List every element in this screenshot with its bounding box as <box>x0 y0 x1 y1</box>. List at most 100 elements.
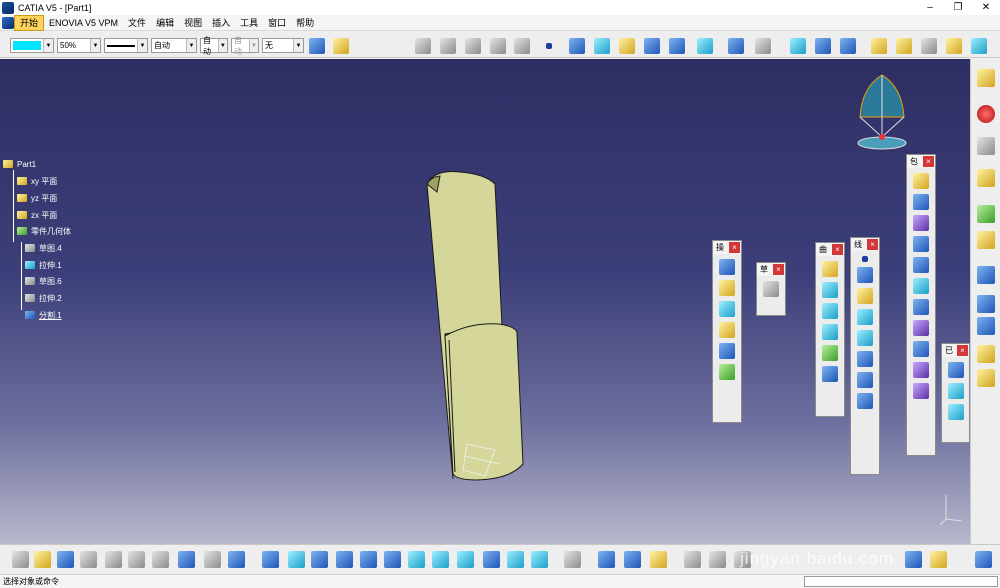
plane-icon[interactable] <box>790 38 806 54</box>
join-icon[interactable] <box>719 259 735 275</box>
intersection-icon[interactable] <box>857 330 873 346</box>
connect-checker-icon[interactable] <box>947 404 964 420</box>
macro-icon[interactable] <box>650 551 667 568</box>
undo-icon[interactable] <box>178 551 195 568</box>
extrude-surface-icon[interactable] <box>619 38 635 54</box>
sketcher-icon[interactable] <box>763 281 779 297</box>
tree-item-zx-plane[interactable]: zx 平面 <box>17 209 57 221</box>
analysis-icon[interactable] <box>728 38 744 54</box>
line-icon[interactable] <box>857 267 873 283</box>
graph-icon[interactable] <box>977 137 995 155</box>
properties-icon[interactable] <box>977 369 995 387</box>
law-icon[interactable] <box>514 38 530 54</box>
new-file-icon[interactable] <box>12 551 29 568</box>
tree-root[interactable]: Part1 <box>3 158 36 170</box>
reorder-icon[interactable] <box>440 38 456 54</box>
point-icon[interactable] <box>862 256 868 262</box>
hide-icon[interactable] <box>507 551 524 568</box>
offset-icon[interactable] <box>822 282 838 298</box>
close-icon[interactable]: × <box>957 345 968 356</box>
spline-icon[interactable] <box>569 38 585 54</box>
remove-icon[interactable] <box>913 362 929 378</box>
surface-icon[interactable] <box>594 38 610 54</box>
menu-tools[interactable]: 工具 <box>235 16 263 30</box>
lock-icon[interactable] <box>905 551 922 568</box>
tree-item-sketch-6[interactable]: 草图.6 <box>25 275 62 287</box>
print-icon[interactable] <box>80 551 97 568</box>
intersect-icon[interactable] <box>913 383 929 399</box>
curvature-icon[interactable] <box>947 383 964 399</box>
point-icon[interactable] <box>546 43 552 49</box>
snap-icon[interactable] <box>930 551 947 568</box>
update-icon[interactable] <box>977 231 995 249</box>
close-icon[interactable]: × <box>867 239 878 250</box>
instantiate-icon[interactable] <box>946 38 962 54</box>
render-icon[interactable] <box>971 38 987 54</box>
sweep-icon[interactable] <box>822 303 838 319</box>
transform-icon[interactable] <box>697 38 713 54</box>
capture-icon[interactable] <box>564 551 581 568</box>
restore-button[interactable]: ❐ <box>944 0 972 15</box>
volume-loft-icon[interactable] <box>913 236 929 252</box>
transparency-select[interactable]: 50% ▼ <box>57 38 101 53</box>
volume-sweep-icon[interactable] <box>913 215 929 231</box>
extrude-icon[interactable] <box>822 261 838 277</box>
parallel-curve-icon[interactable] <box>857 351 873 367</box>
tree-item-extrude-1[interactable]: 拉伸.1 <box>25 259 62 271</box>
shell-icon[interactable] <box>913 299 929 315</box>
menu-file[interactable]: 文件 <box>123 16 151 30</box>
close-surface-icon[interactable] <box>913 278 929 294</box>
color-picker[interactable]: ▼ <box>10 38 54 53</box>
app-menu-icon[interactable] <box>2 16 14 29</box>
tree-item-extrude-2[interactable]: 拉伸.2 <box>25 292 62 304</box>
menu-help[interactable]: 帮助 <box>291 16 319 30</box>
save-icon[interactable] <box>57 551 74 568</box>
sketch-based-icon[interactable] <box>977 69 995 87</box>
tree-item-geometrical-set[interactable]: 零件几何体 <box>17 225 71 237</box>
view-options-icon[interactable] <box>896 38 912 54</box>
menu-edit[interactable]: 编辑 <box>151 16 179 30</box>
rotate-icon[interactable] <box>336 551 353 568</box>
knowledge-icon[interactable] <box>465 38 481 54</box>
painter-icon[interactable] <box>309 38 325 54</box>
menu-window[interactable]: 窗口 <box>263 16 291 30</box>
tree-item-xy-plane[interactable]: xy 平面 <box>17 175 57 187</box>
line-type-select[interactable]: ▼ <box>104 38 148 53</box>
boundary-icon[interactable] <box>719 364 735 380</box>
volume-revolve-icon[interactable] <box>913 194 929 210</box>
exit-workbench-icon[interactable] <box>977 105 995 123</box>
close-icon[interactable]: × <box>729 242 740 253</box>
menu-view[interactable]: 视图 <box>179 16 207 30</box>
close-icon[interactable]: × <box>832 244 843 255</box>
menu-start[interactable]: 开始 <box>14 14 45 31</box>
close-icon[interactable]: × <box>773 264 784 275</box>
layer-select[interactable]: 无 ▼ <box>262 38 304 53</box>
hybrid-body-icon[interactable] <box>871 38 887 54</box>
refresh-icon[interactable] <box>684 551 701 568</box>
3d-part-model[interactable] <box>415 164 540 494</box>
catalog-icon[interactable] <box>415 38 431 54</box>
zoom-in-icon[interactable] <box>360 551 377 568</box>
plane-icon[interactable] <box>857 288 873 304</box>
isometric-view-icon[interactable] <box>457 551 474 568</box>
hide-show-icon[interactable] <box>977 345 995 363</box>
menu-enovia[interactable]: ENOVIA V5 VPM <box>44 16 123 30</box>
3d-viewport[interactable]: Part1 xy 平面 yz 平面 zx 平面 零件几何体 草图.4 拉伸.1 <box>0 59 970 544</box>
volume-extrude-icon[interactable] <box>913 173 929 189</box>
catalog-browser-icon[interactable] <box>977 205 995 223</box>
grid-icon[interactable] <box>977 295 995 313</box>
close-icon[interactable]: × <box>923 156 934 167</box>
minimize-button[interactable]: – <box>916 0 944 15</box>
split-icon[interactable] <box>669 38 685 54</box>
multi-view-icon[interactable] <box>432 551 449 568</box>
axis-system-icon[interactable] <box>815 38 831 54</box>
fly-mode-icon[interactable] <box>262 551 279 568</box>
tree-item-split-1[interactable]: 分割.1 <box>25 309 62 321</box>
cut-icon[interactable] <box>105 551 122 568</box>
axis-icon[interactable] <box>977 317 995 335</box>
open-file-icon[interactable] <box>34 551 51 568</box>
copy-icon[interactable] <box>128 551 145 568</box>
fillet-icon[interactable] <box>719 301 735 317</box>
thick-surface-icon[interactable] <box>913 257 929 273</box>
tree-item-sketch-4[interactable]: 草图.4 <box>25 242 62 254</box>
